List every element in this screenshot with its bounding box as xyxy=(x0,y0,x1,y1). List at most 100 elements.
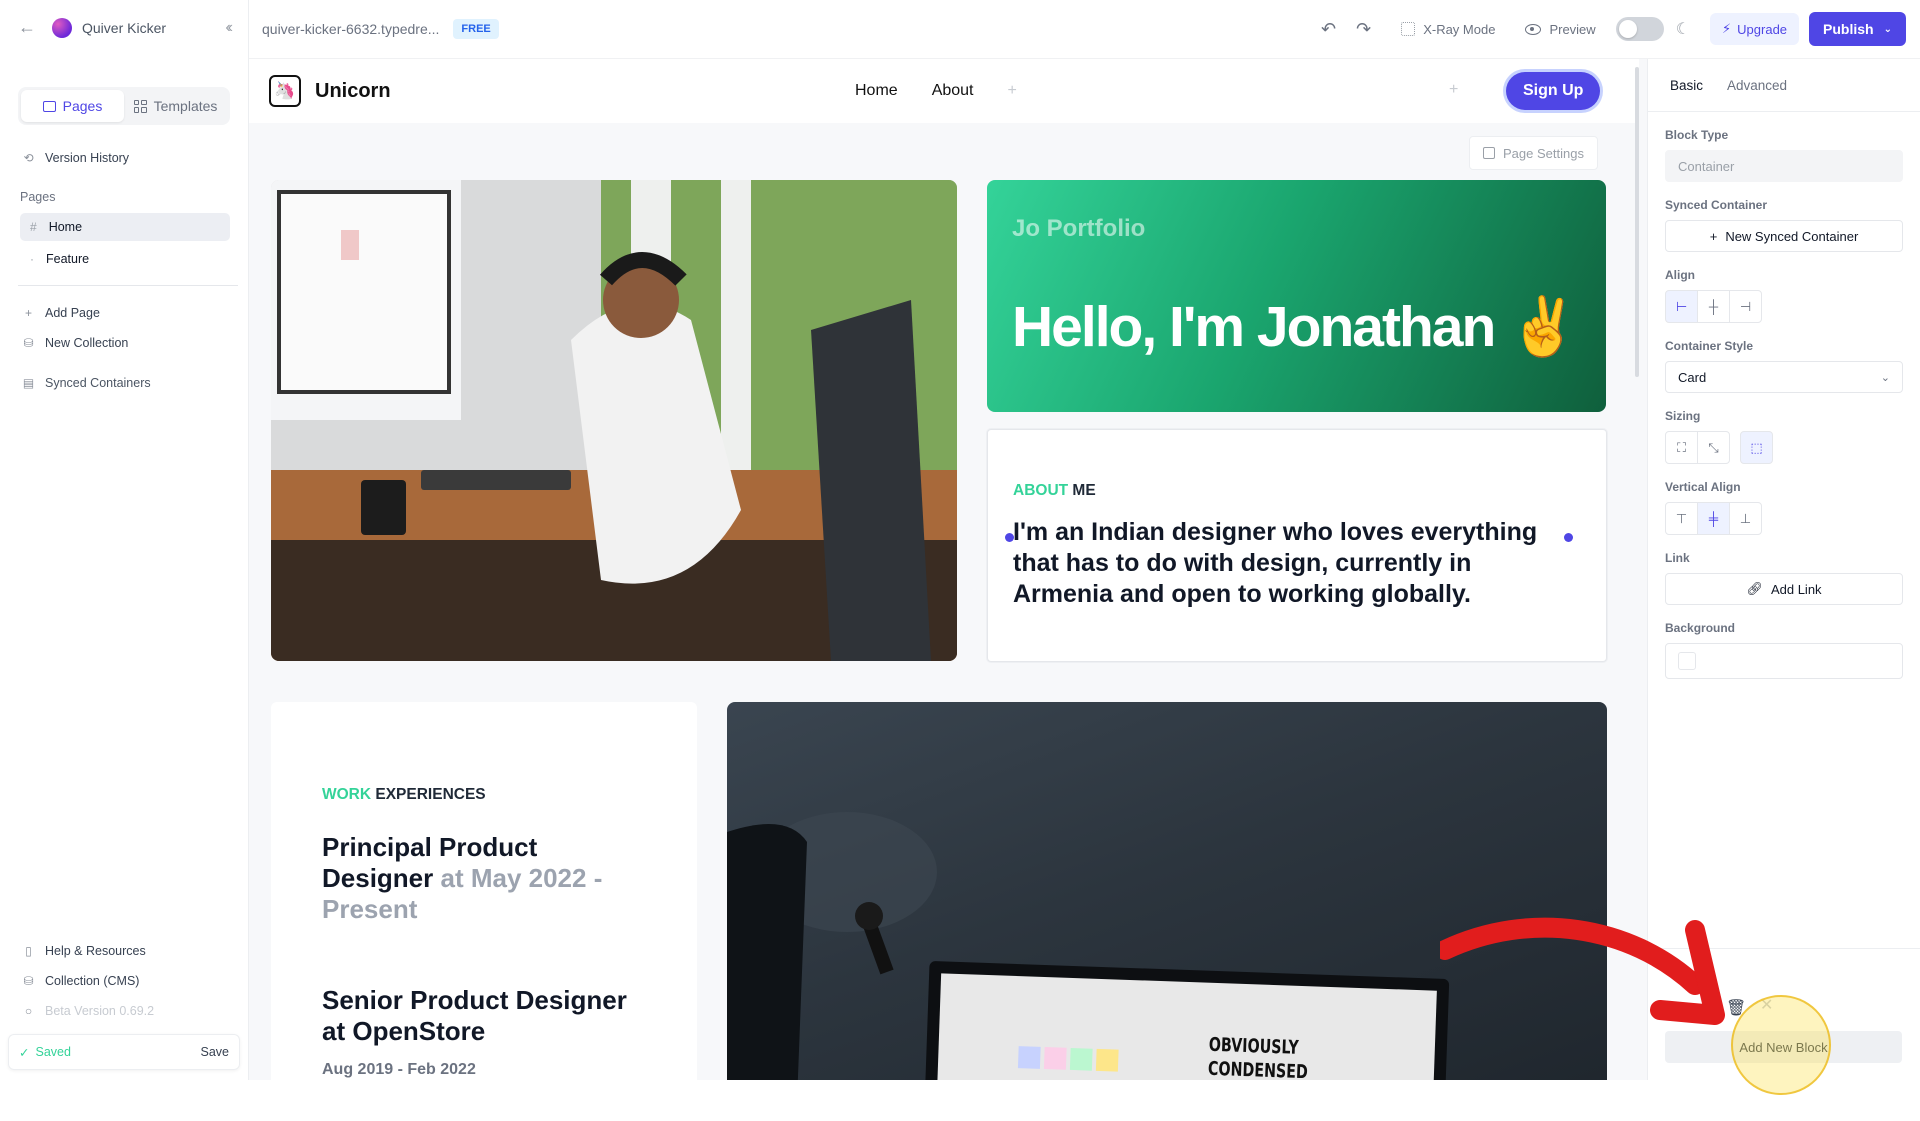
chevron-down-icon: ⌄ xyxy=(1883,23,1892,35)
sidebar-page-home[interactable]: # Home xyxy=(20,213,230,241)
redo-icon[interactable]: ↷ xyxy=(1356,19,1371,40)
sizing-group: ⛶ ⤡ ⬚ xyxy=(1665,431,1903,464)
app-logo xyxy=(52,17,72,38)
preview-label: Preview xyxy=(1549,21,1596,37)
new-synced-container-label: New Synced Container xyxy=(1725,228,1859,244)
red-annotation-arrow-icon xyxy=(1440,917,1725,1025)
job-2-title: Senior Product Designer at OpenStore xyxy=(322,985,627,1046)
site-url[interactable]: quiver-kicker-6632.typedre... xyxy=(262,21,439,37)
tab-pages-label: Pages xyxy=(62,98,103,114)
page-label: Feature xyxy=(46,252,90,266)
version-history-link[interactable]: ⟲ Version History xyxy=(0,143,248,173)
job-2: Senior Product Designer at OpenStore xyxy=(322,985,652,1047)
pages-icon xyxy=(42,100,56,112)
page-settings-label: Page Settings xyxy=(1503,145,1584,161)
expand-icon[interactable]: ⛶ xyxy=(1665,431,1698,464)
help-label: Help & Resources xyxy=(45,944,146,958)
preview-button[interactable]: Preview xyxy=(1525,21,1596,37)
container-style-select[interactable]: Card ⌄ xyxy=(1665,361,1903,393)
site-brand: Unicorn xyxy=(315,79,391,102)
sidebar-page-feature[interactable]: · Feature xyxy=(20,245,230,273)
upgrade-label: Upgrade xyxy=(1737,21,1788,37)
divider xyxy=(18,285,238,286)
align-group: ⊢ ┼ ⊣ xyxy=(1665,290,1903,323)
upgrade-button[interactable]: ⚡ Upgrade xyxy=(1710,13,1800,45)
synced-containers-link[interactable]: ▤ Synced Containers xyxy=(0,368,248,398)
tab-advanced[interactable]: Advanced xyxy=(1727,78,1787,93)
theme-toggle[interactable] xyxy=(1615,17,1664,41)
collapse-sidebar-icon[interactable]: ‹‹ xyxy=(225,19,232,37)
version-history-label: Version History xyxy=(45,151,130,165)
add-page-button[interactable]: + Add Page xyxy=(0,298,248,328)
page-settings-button[interactable]: Page Settings xyxy=(1469,136,1598,170)
pages-heading: Pages xyxy=(20,190,56,204)
work-label-accent: WORK xyxy=(322,786,372,803)
chevron-down-icon: ⌄ xyxy=(1880,371,1890,384)
signup-button[interactable]: Sign Up xyxy=(1506,72,1601,110)
align-center-icon[interactable]: ┼ xyxy=(1697,290,1730,323)
job-2-dates: Aug 2019 - Feb 2022 xyxy=(322,1061,476,1078)
block-type-value: Container xyxy=(1678,158,1735,174)
background-field[interactable] xyxy=(1665,643,1903,679)
work-label-rest: EXPERIENCES xyxy=(371,786,486,803)
monitor-text: OBVIOUSLY CONDENSED xyxy=(1208,1033,1309,1080)
block-type-field: Container xyxy=(1665,150,1903,182)
designer-at-desk-image xyxy=(271,180,957,661)
add-link-button[interactable]: 🔗︎ Add Link xyxy=(1665,573,1903,605)
work-label: WORK EXPERIENCES xyxy=(322,786,486,804)
background-label: Background xyxy=(1665,621,1736,635)
publish-button[interactable]: Publish ⌄ xyxy=(1809,12,1906,46)
book-icon: ▯ xyxy=(25,944,32,958)
add-page-label: Add Page xyxy=(45,306,100,320)
nav-link-home[interactable]: Home xyxy=(855,82,898,100)
resize-handle-left[interactable] xyxy=(1005,533,1014,542)
nav-link-about[interactable]: About xyxy=(932,82,974,100)
synced-containers-label: Synced Containers xyxy=(45,376,151,390)
hash-icon: # xyxy=(30,220,37,234)
beta-version: ○ Beta Version 0.69.2 xyxy=(0,996,248,1026)
site-navbar[interactable]: 🦄 Unicorn Home About + + Sign Up xyxy=(249,59,1639,123)
tab-pages[interactable]: Pages xyxy=(21,90,124,122)
monitor-text-line-2: CONDENSED xyxy=(1207,1057,1309,1080)
collection-cms-link[interactable]: ⛁ Collection (CMS) xyxy=(0,966,248,996)
fit-content-icon[interactable]: ⬚ xyxy=(1740,431,1773,464)
container-style-label: Container Style xyxy=(1665,339,1754,353)
xray-mode-button[interactable]: X-Ray Mode xyxy=(1401,22,1495,37)
tab-basic[interactable]: Basic xyxy=(1670,78,1703,93)
plus-icon: + xyxy=(1709,228,1718,244)
sizing-label: Sizing xyxy=(1665,409,1701,423)
canvas-scrollbar[interactable] xyxy=(1635,67,1639,377)
link-label: Link xyxy=(1665,551,1690,565)
align-left-icon[interactable]: ⊢ xyxy=(1665,290,1698,323)
shrink-icon[interactable]: ⤡ xyxy=(1697,431,1730,464)
site-nav-links: Home About + xyxy=(855,59,1017,123)
link-icon: 🔗︎ xyxy=(1746,581,1763,596)
align-bottom-icon[interactable]: ⊥ xyxy=(1729,502,1762,535)
save-button[interactable]: Save xyxy=(201,1045,230,1059)
add-nav-link-icon[interactable]: + xyxy=(1008,82,1017,100)
align-middle-icon[interactable]: ╪ xyxy=(1697,502,1730,535)
align-right-icon[interactable]: ⊣ xyxy=(1729,290,1762,323)
add-nav-item-icon[interactable]: + xyxy=(1449,81,1458,99)
new-collection-button[interactable]: ⛁ New Collection xyxy=(0,328,248,358)
add-link-label: Add Link xyxy=(1770,581,1822,597)
undo-icon[interactable]: ↶ xyxy=(1321,19,1336,40)
tab-templates[interactable]: Templates xyxy=(124,90,227,122)
background-swatch[interactable] xyxy=(1678,652,1696,670)
vertical-align-label: Vertical Align xyxy=(1665,480,1741,494)
hero-photo[interactable] xyxy=(271,180,957,661)
help-resources-link[interactable]: ▯ Help & Resources xyxy=(0,936,248,966)
resize-handle-right[interactable] xyxy=(1564,533,1573,542)
inspector-tabs: Basic Advanced xyxy=(1648,59,1920,111)
left-sidebar: ← Quiver Kicker ‹‹ Pages Templates ⟲ Ver… xyxy=(0,0,249,1080)
color-swatches xyxy=(1017,1046,1119,1072)
back-arrow-icon[interactable]: ← xyxy=(18,17,38,38)
sidebar-header: ← Quiver Kicker ‹‹ xyxy=(0,0,248,55)
work-card[interactable]: WORK EXPERIENCES Principal Product Desig… xyxy=(271,702,697,1080)
sidebar-footer: ▯ Help & Resources ⛁ Collection (CMS) ○ … xyxy=(0,936,248,1080)
new-synced-container-button[interactable]: + New Synced Container xyxy=(1665,220,1903,252)
about-card[interactable]: ABOUT ME I'm an Indian designer who love… xyxy=(987,429,1607,662)
hero-card[interactable]: Jo Portfolio Hello, I'm Jonathan ✌️ xyxy=(987,180,1606,412)
align-label: Align xyxy=(1665,268,1695,282)
align-top-icon[interactable]: ⊤ xyxy=(1665,502,1698,535)
